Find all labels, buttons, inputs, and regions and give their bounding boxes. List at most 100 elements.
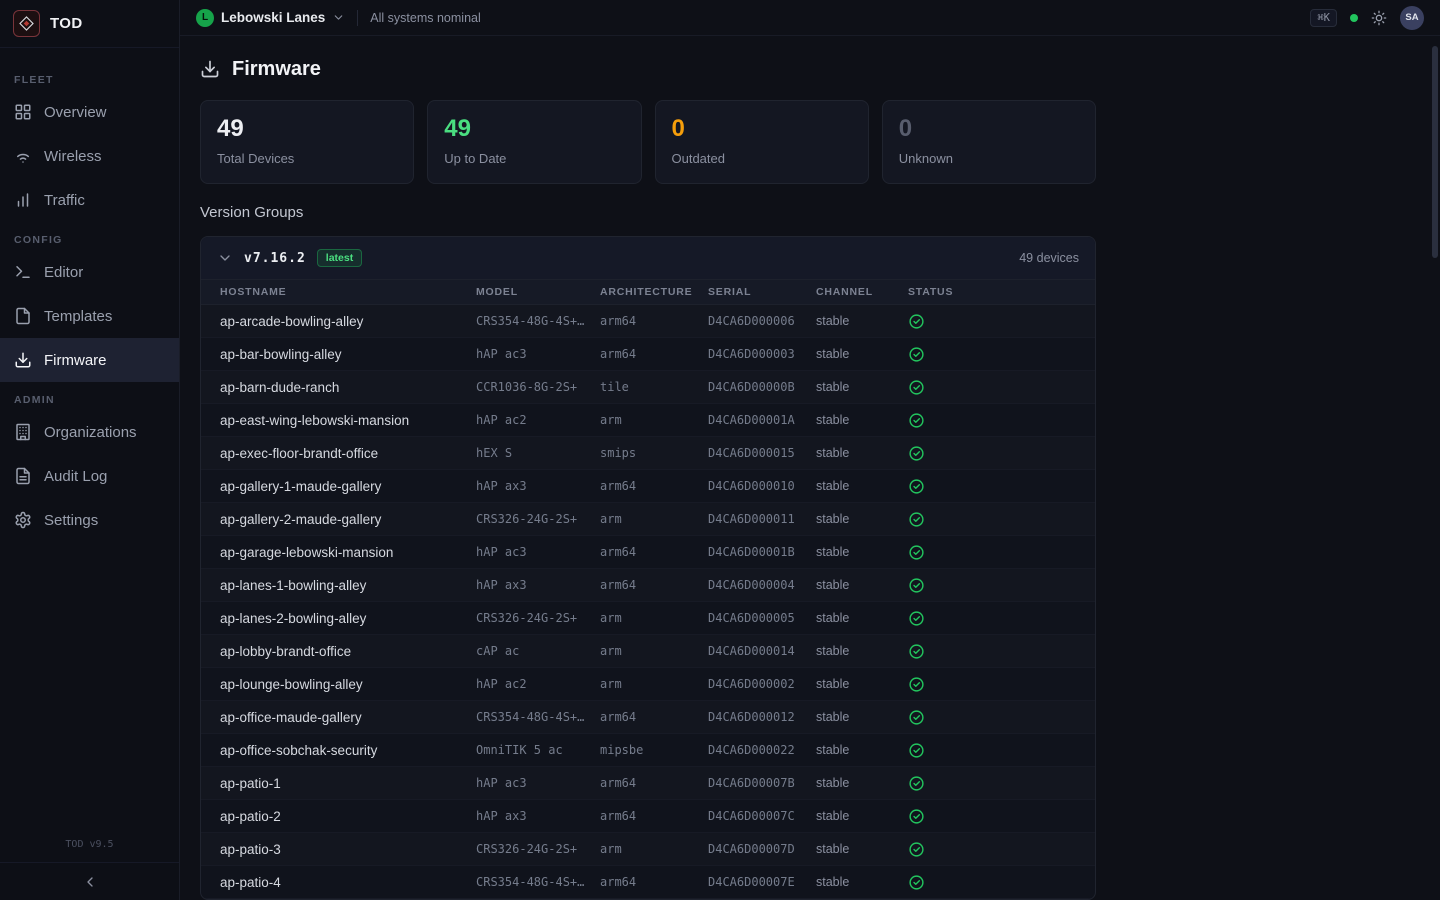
device-architecture: arm — [600, 677, 708, 691]
device-status — [908, 676, 1095, 693]
device-model: hEX S — [476, 446, 600, 460]
device-row[interactable]: ap-barn-dude-ranchCCR1036-8G-2S+tileD4CA… — [201, 371, 1095, 404]
device-status — [908, 808, 1095, 825]
device-row[interactable]: ap-lanes-2-bowling-alleyCRS326-24G-2S+ar… — [201, 602, 1095, 635]
overview-icon — [14, 103, 32, 121]
device-model: hAP ac3 — [476, 776, 600, 790]
device-row[interactable]: ap-arcade-bowling-alleyCRS354-48G-4S+…ar… — [201, 305, 1095, 338]
check-circle-icon — [908, 874, 925, 891]
device-row[interactable]: ap-gallery-2-maude-galleryCRS326-24G-2S+… — [201, 503, 1095, 536]
stat-label: Up to Date — [444, 151, 624, 166]
device-hostname: ap-garage-lebowski-mansion — [220, 545, 476, 560]
sidebar-item-audit-log[interactable]: Audit Log — [0, 454, 179, 498]
device-count: 49 devices — [1019, 251, 1079, 265]
device-hostname: ap-patio-3 — [220, 842, 476, 857]
device-status — [908, 742, 1095, 759]
device-architecture: arm64 — [600, 578, 708, 592]
device-architecture: arm64 — [600, 776, 708, 790]
sidebar-item-firmware[interactable]: Firmware — [0, 338, 179, 382]
device-architecture: arm64 — [600, 479, 708, 493]
sidebar-item-templates[interactable]: Templates — [0, 294, 179, 338]
device-row[interactable]: ap-exec-floor-brandt-officehEX SsmipsD4C… — [201, 437, 1095, 470]
sidebar-item-editor[interactable]: Editor — [0, 250, 179, 294]
device-row[interactable]: ap-lanes-1-bowling-alleyhAP ax3arm64D4CA… — [201, 569, 1095, 602]
device-row[interactable]: ap-office-maude-galleryCRS354-48G-4S+…ar… — [201, 701, 1095, 734]
device-channel: stable — [816, 710, 908, 724]
sidebar-collapse-button[interactable] — [0, 862, 179, 900]
device-status — [908, 544, 1095, 561]
topbar-divider — [357, 10, 358, 26]
device-row[interactable]: ap-patio-1hAP ac3arm64D4CA6D00007Bstable — [201, 767, 1095, 800]
check-circle-icon — [908, 742, 925, 759]
chevron-down-icon — [332, 11, 345, 24]
nav-section-label: FLEET — [0, 62, 179, 90]
stat-value: 0 — [672, 115, 852, 144]
device-model: CRS354-48G-4S+… — [476, 710, 600, 724]
device-row[interactable]: ap-gallery-1-maude-galleryhAP ax3arm64D4… — [201, 470, 1095, 503]
templates-icon — [14, 307, 32, 325]
stat-card-total-devices: 49Total Devices — [200, 100, 414, 184]
sidebar-item-settings[interactable]: Settings — [0, 498, 179, 542]
command-palette-shortcut[interactable]: ⌘K — [1310, 9, 1337, 27]
column-header-architecture: ARCHITECTURE — [600, 286, 708, 298]
device-channel: stable — [816, 512, 908, 526]
device-hostname: ap-lanes-1-bowling-alley — [220, 578, 476, 593]
sidebar-item-organizations[interactable]: Organizations — [0, 410, 179, 454]
check-circle-icon — [908, 544, 925, 561]
user-avatar[interactable]: SA — [1400, 6, 1424, 30]
sidebar-item-label: Templates — [44, 308, 112, 325]
org-switcher[interactable]: L Lebowski Lanes — [196, 9, 345, 27]
check-circle-icon — [908, 577, 925, 594]
sidebar-item-traffic[interactable]: Traffic — [0, 178, 179, 222]
device-serial: D4CA6D00000B — [708, 380, 816, 394]
device-row[interactable]: ap-patio-2hAP ax3arm64D4CA6D00007Cstable — [201, 800, 1095, 833]
device-hostname: ap-exec-floor-brandt-office — [220, 446, 476, 461]
page-title: Firmware — [232, 58, 321, 81]
scrollbar-thumb[interactable] — [1432, 46, 1438, 258]
app-logo — [13, 10, 40, 37]
device-channel: stable — [816, 743, 908, 757]
device-status — [908, 511, 1095, 528]
audit-log-icon — [14, 467, 32, 485]
diamond-logo-icon — [18, 15, 35, 32]
sidebar-item-overview[interactable]: Overview — [0, 90, 179, 134]
device-status — [908, 379, 1095, 396]
version-group-header[interactable]: v7.16.2 latest 49 devices — [201, 237, 1095, 279]
theme-toggle-button[interactable] — [1371, 10, 1387, 26]
main-area: L Lebowski Lanes All systems nominal ⌘K … — [180, 0, 1440, 900]
device-hostname: ap-office-maude-gallery — [220, 710, 476, 725]
sidebar-item-wireless[interactable]: Wireless — [0, 134, 179, 178]
stat-label: Total Devices — [217, 151, 397, 166]
traffic-icon — [14, 191, 32, 209]
nav-section-label: CONFIG — [0, 222, 179, 250]
check-circle-icon — [908, 412, 925, 429]
table-body: ap-arcade-bowling-alleyCRS354-48G-4S+…ar… — [201, 305, 1095, 899]
stat-card-outdated: 0Outdated — [655, 100, 869, 184]
editor-icon — [14, 263, 32, 281]
device-model: CCR1036-8G-2S+ — [476, 380, 600, 394]
device-row[interactable]: ap-patio-4CRS354-48G-4S+…arm64D4CA6D0000… — [201, 866, 1095, 899]
device-row[interactable]: ap-east-wing-lebowski-mansionhAP ac2armD… — [201, 404, 1095, 437]
device-row[interactable]: ap-lobby-brandt-officecAP acarmD4CA6D000… — [201, 635, 1095, 668]
device-architecture: mipsbe — [600, 743, 708, 757]
device-channel: stable — [816, 347, 908, 361]
device-architecture: arm64 — [600, 809, 708, 823]
check-circle-icon — [908, 346, 925, 363]
stat-card-unknown: 0Unknown — [882, 100, 1096, 184]
sidebar-item-label: Organizations — [44, 424, 137, 441]
device-model: hAP ac3 — [476, 347, 600, 361]
device-serial: D4CA6D000003 — [708, 347, 816, 361]
device-row[interactable]: ap-lounge-bowling-alleyhAP ac2armD4CA6D0… — [201, 668, 1095, 701]
device-row[interactable]: ap-garage-lebowski-mansionhAP ac3arm64D4… — [201, 536, 1095, 569]
device-row[interactable]: ap-office-sobchak-securityOmniTIK 5 acmi… — [201, 734, 1095, 767]
wireless-icon — [14, 147, 32, 165]
device-row[interactable]: ap-bar-bowling-alleyhAP ac3arm64D4CA6D00… — [201, 338, 1095, 371]
check-circle-icon — [908, 379, 925, 396]
device-row[interactable]: ap-patio-3CRS326-24G-2S+armD4CA6D00007Ds… — [201, 833, 1095, 866]
sun-icon — [1371, 10, 1387, 26]
device-model: OmniTIK 5 ac — [476, 743, 600, 757]
stats-row: 49Total Devices49Up to Date0Outdated0Unk… — [200, 100, 1096, 184]
org-name: Lebowski Lanes — [221, 10, 325, 25]
device-status — [908, 577, 1095, 594]
device-channel: stable — [816, 842, 908, 856]
